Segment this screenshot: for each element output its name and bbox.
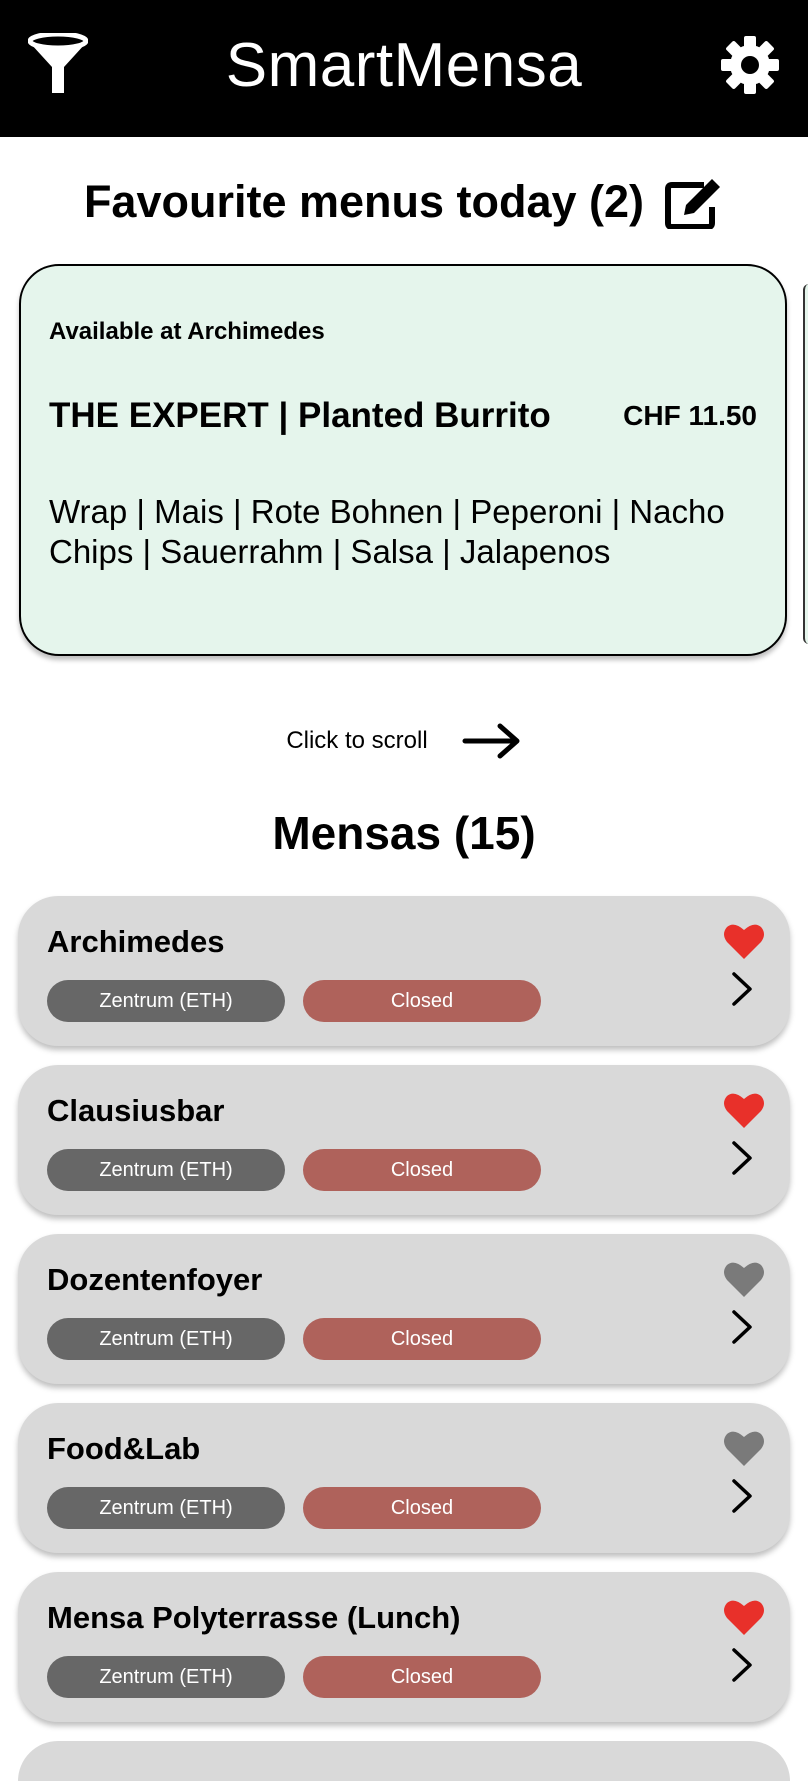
mensas-heading: Mensas (15) [272, 807, 536, 859]
chevron-right-icon[interactable] [730, 1308, 754, 1346]
chevron-right-icon[interactable] [730, 1139, 754, 1177]
menu-name: THE EXPERT | Planted Burrito [49, 396, 551, 435]
app-header: SmartMensa [0, 0, 808, 137]
heart-icon[interactable] [723, 1260, 765, 1298]
favourite-menu-card[interactable]: Available at Archimedes THE EXPERT | Pla… [19, 264, 787, 656]
scroll-hint-label: Click to scroll [286, 727, 428, 754]
mensa-name: Archimedes [47, 924, 225, 959]
menu-price: CHF 11.50 [623, 400, 757, 431]
menu-availability: Available at Archimedes [49, 318, 325, 345]
mensa-name: Dozentenfoyer [47, 1262, 263, 1297]
location-badge: Zentrum (ETH) [47, 1318, 285, 1360]
mensa-card[interactable]: Food&Lab Zentrum (ETH) Closed [18, 1403, 790, 1553]
mensa-name: Food&Lab [47, 1431, 201, 1466]
arrow-right-icon[interactable] [462, 721, 522, 761]
location-badge: Zentrum (ETH) [47, 1487, 285, 1529]
favourites-heading: Favourite menus today (2) [83, 176, 645, 227]
status-badge: Closed [303, 1656, 541, 1698]
chevron-right-icon[interactable] [730, 1477, 754, 1515]
mensa-card[interactable]: Clausiusbar Zentrum (ETH) Closed [18, 1065, 790, 1215]
mensa-card[interactable]: Dozentenfoyer Zentrum (ETH) Closed [18, 1234, 790, 1384]
status-badge: Closed [303, 1487, 541, 1529]
location-badge: Zentrum (ETH) [47, 1656, 285, 1698]
status-badge: Closed [303, 1149, 541, 1191]
heart-icon[interactable] [723, 1598, 765, 1636]
mensa-card[interactable]: Archimedes Zentrum (ETH) Closed [18, 896, 790, 1046]
status-badge: Closed [303, 1318, 541, 1360]
gear-icon[interactable] [720, 35, 780, 95]
mensa-card-partial[interactable] [18, 1741, 790, 1781]
heart-icon[interactable] [723, 1091, 765, 1129]
favourites-heading-row: Favourite menus today (2) [0, 172, 808, 232]
chevron-right-icon[interactable] [730, 970, 754, 1008]
scroll-hint[interactable]: Click to scroll [0, 718, 808, 764]
edit-icon[interactable] [664, 175, 724, 229]
mensa-list: Archimedes Zentrum (ETH) Closed Clausius… [18, 896, 790, 1741]
app-title: SmartMensa [225, 31, 583, 100]
status-badge: Closed [303, 980, 541, 1022]
heart-icon[interactable] [723, 1429, 765, 1467]
mensa-name: Clausiusbar [47, 1093, 225, 1128]
location-badge: Zentrum (ETH) [47, 1149, 285, 1191]
menu-description: Wrap | Mais | Rote Bohnen | Peperoni | N… [49, 493, 725, 570]
location-badge: Zentrum (ETH) [47, 980, 285, 1022]
heart-icon[interactable] [723, 922, 765, 960]
mensa-card[interactable]: Mensa Polyterrasse (Lunch) Zentrum (ETH)… [18, 1572, 790, 1722]
next-favourite-card-edge[interactable] [803, 284, 808, 644]
chevron-right-icon[interactable] [730, 1646, 754, 1684]
mensa-name: Mensa Polyterrasse (Lunch) [47, 1600, 461, 1635]
